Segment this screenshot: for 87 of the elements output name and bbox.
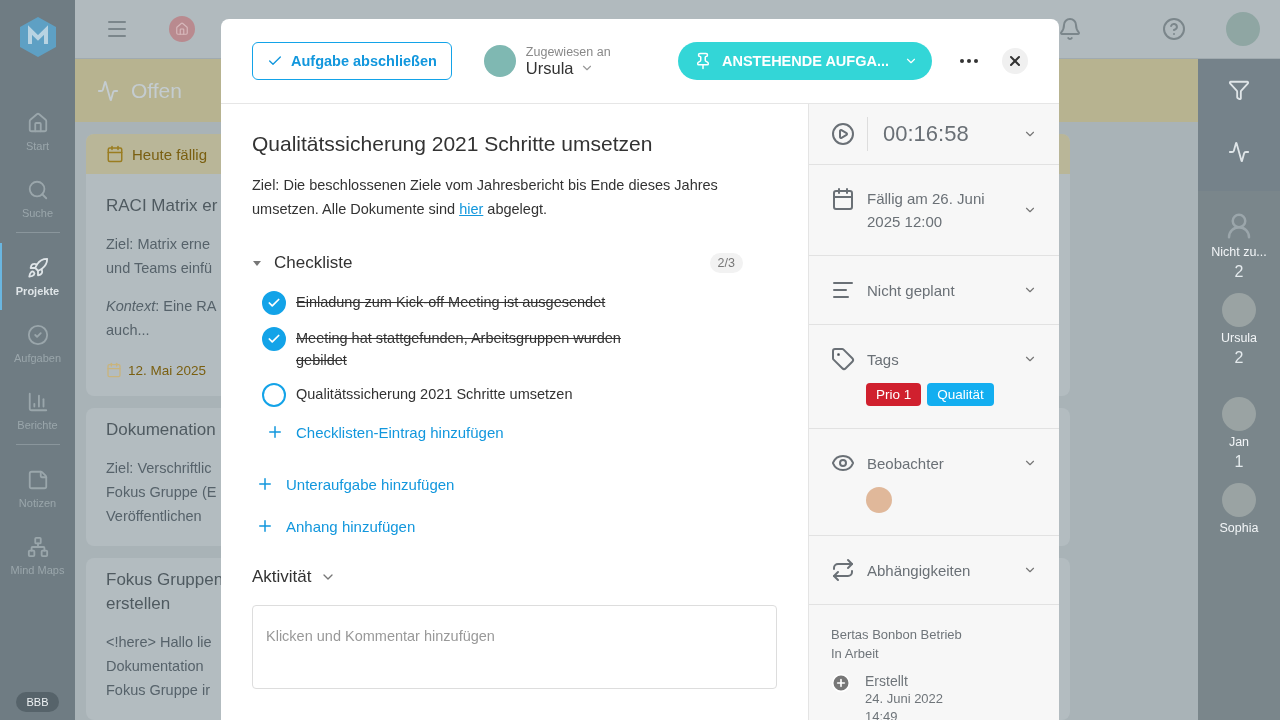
comment-field[interactable]: Klicken und Kommentar hinzufügen	[252, 605, 777, 689]
person-name: Nicht zu...	[1211, 245, 1267, 259]
caret-icon[interactable]	[252, 258, 262, 268]
check-circle-icon	[26, 323, 49, 346]
section-label: Abhängigkeiten	[867, 560, 971, 581]
card-text: <!here> Hallo lie	[106, 633, 212, 652]
tag[interactable]: Qualität	[927, 383, 994, 406]
nodes-icon	[26, 535, 49, 558]
person-name: Sophia	[1219, 521, 1259, 535]
assignee-name[interactable]: Ursula	[525, 58, 574, 78]
plus-icon	[256, 517, 274, 535]
nav-item[interactable]: Projekte	[0, 243, 75, 310]
add-checklist-item-link[interactable]: Checklisten-Eintrag hinzufügen	[252, 413, 777, 451]
play-icon[interactable]	[831, 122, 855, 146]
calendar-icon	[106, 145, 124, 163]
close-icon	[1007, 53, 1023, 69]
task-count: 2	[1234, 349, 1244, 367]
add-link[interactable]: Unteraufgabe hinzufügen	[252, 451, 777, 493]
checklist-item: Qualitätssicherung 2021 Schritte umsetzen	[296, 385, 573, 404]
checklist-item: Einladung zum Kick-off Meeting ist ausgesendet	[296, 293, 606, 312]
task-description: Ziel: Die beschlossenen Ziele vom Jahresbericht bis Ende dieses Jahres umsetzen. Alle Dokumente sind hier abgelegt.	[252, 176, 719, 219]
card-text: Fokus Gruppe (E	[106, 483, 217, 502]
plus-icon	[256, 475, 274, 493]
filter-icon[interactable]	[1228, 79, 1250, 101]
history-date: 24. Juni 2022	[865, 691, 944, 707]
task-count: 2	[1234, 263, 1244, 281]
bell-icon[interactable]	[1058, 17, 1082, 41]
group-label: Heute fällig	[132, 145, 208, 163]
card-text: Kontext: Eine RA	[106, 297, 217, 316]
card-title: Fokus Gruppen erstellen	[106, 569, 224, 615]
pulse-icon[interactable]	[1228, 141, 1250, 163]
history-label: Erstellt	[865, 673, 909, 689]
card-text: Veröffentlichen	[106, 507, 202, 526]
card-text: Ziel: Matrix erne	[106, 235, 210, 254]
checkbox[interactable]	[262, 327, 286, 351]
card-title: RACI Matrix er	[106, 195, 218, 217]
complete-task-button[interactable]: Aufgabe abschließen	[252, 42, 452, 80]
card-title: Dokumenation	[106, 419, 216, 441]
plus-circle-icon	[831, 673, 851, 693]
calendar-icon	[106, 362, 122, 378]
close-button[interactable]	[1002, 48, 1028, 74]
activity-title: Aktivität	[252, 567, 312, 587]
column-title: Offen	[131, 78, 182, 103]
project-status: In Arbeit	[831, 646, 880, 662]
link[interactable]: hier	[459, 201, 484, 217]
assignee-avatar[interactable]	[483, 45, 516, 77]
section-label: Tags	[867, 349, 899, 370]
checklist-title: Checkliste	[274, 253, 353, 273]
section-label: Fällig am 26. Juni 2025 12:00	[867, 189, 986, 232]
pin-icon	[694, 52, 712, 70]
watcher-avatar[interactable]	[866, 487, 892, 513]
user-badge[interactable]: BBB	[16, 692, 59, 712]
calendar-icon	[831, 187, 855, 211]
project-name: Bertas Bonbon Betrieb	[831, 627, 963, 643]
section-label: Nicht geplant	[867, 280, 955, 301]
arrows-icon	[831, 558, 855, 582]
checklist-count: 2/3	[709, 253, 743, 273]
card-date: 12. Mai 2025	[128, 362, 207, 378]
logo-icon	[18, 16, 57, 58]
tag-icon	[831, 347, 855, 371]
help-icon[interactable]	[1162, 17, 1186, 41]
checkbox[interactable]	[262, 383, 286, 407]
home-icon	[26, 111, 49, 134]
card-text: Dokumentation	[106, 657, 204, 676]
bar-chart-icon	[26, 390, 49, 413]
checklist-item: Meeting hat stattgefunden, Arbeitsgruppen wurden gebildet	[296, 329, 622, 370]
timer: 00:16:58	[867, 117, 969, 151]
tag[interactable]: Prio 1	[866, 383, 922, 406]
check-icon	[267, 332, 281, 346]
task-title: Qualitätssicherung 2021 Schritte umsetzen	[252, 132, 654, 156]
plus-icon	[266, 423, 284, 441]
person-name: Jan	[1228, 435, 1250, 449]
search-icon	[26, 178, 49, 201]
add-link[interactable]: Anhang hinzufügen	[252, 493, 777, 535]
assignee-label: Zugewiesen an	[525, 44, 611, 59]
status-button[interactable]: ANSTEHENDE AUFGA...	[678, 42, 932, 80]
card-text: auch...	[106, 321, 150, 340]
card-text: und Teams einfü	[106, 259, 213, 278]
note-icon	[26, 468, 49, 491]
card-text: Ziel: Verschriftlic	[106, 459, 212, 478]
card-text: Fokus Gruppe ir	[106, 681, 210, 700]
person-name: Ursula	[1220, 331, 1258, 345]
check-icon	[267, 296, 281, 310]
section-label: Beobachter	[867, 453, 944, 474]
checkbox[interactable]	[262, 291, 286, 315]
rocket-icon	[26, 256, 49, 279]
task-count: 1	[1234, 453, 1244, 471]
